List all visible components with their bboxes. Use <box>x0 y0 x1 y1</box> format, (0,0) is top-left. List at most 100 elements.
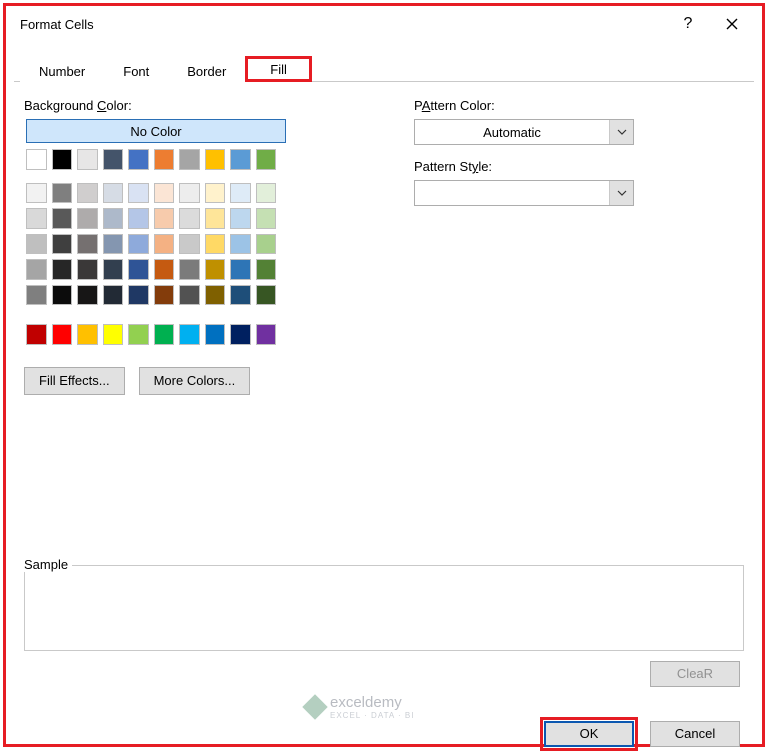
color-swatch[interactable] <box>128 324 149 345</box>
color-swatch[interactable] <box>77 208 98 229</box>
tabstrip: Number Font Border Fill <box>6 56 762 82</box>
pattern-style-combo[interactable] <box>414 180 634 206</box>
color-swatch[interactable] <box>26 208 47 229</box>
color-swatch[interactable] <box>179 259 200 280</box>
color-swatch[interactable] <box>205 149 226 170</box>
color-swatch[interactable] <box>52 208 73 229</box>
color-swatch[interactable] <box>52 324 73 345</box>
color-swatch[interactable] <box>205 183 226 204</box>
fill-effects-button[interactable]: Fill Effects... <box>24 367 125 395</box>
color-swatch[interactable] <box>103 183 124 204</box>
color-swatch[interactable] <box>154 285 175 306</box>
color-swatch[interactable] <box>154 183 175 204</box>
color-swatch[interactable] <box>256 149 277 170</box>
color-swatch[interactable] <box>179 149 200 170</box>
tab-font[interactable]: Font <box>104 60 168 82</box>
color-swatch[interactable] <box>154 259 175 280</box>
color-swatch[interactable] <box>103 149 124 170</box>
color-swatch[interactable] <box>128 149 149 170</box>
background-color-label: Background Color: <box>24 98 384 113</box>
color-swatch[interactable] <box>77 324 98 345</box>
titlebar: Format Cells ? <box>6 6 762 42</box>
color-swatch[interactable] <box>230 183 251 204</box>
close-button[interactable] <box>710 10 754 38</box>
color-swatch[interactable] <box>128 234 149 255</box>
pattern-color-label: PAttern Color: <box>414 98 744 113</box>
color-swatch[interactable] <box>230 285 251 306</box>
color-swatch[interactable] <box>26 259 47 280</box>
color-swatch[interactable] <box>179 285 200 306</box>
color-swatch[interactable] <box>103 285 124 306</box>
color-swatch[interactable] <box>128 259 149 280</box>
color-swatch[interactable] <box>256 208 277 229</box>
color-swatch[interactable] <box>256 285 277 306</box>
tab-border[interactable]: Border <box>168 60 245 82</box>
pattern-color-combo[interactable]: Automatic <box>414 119 634 145</box>
tab-number[interactable]: Number <box>20 60 104 82</box>
color-swatch[interactable] <box>230 208 251 229</box>
color-swatch[interactable] <box>179 324 200 345</box>
color-swatch[interactable] <box>154 149 175 170</box>
color-swatch[interactable] <box>179 183 200 204</box>
tint-color-rows <box>26 183 384 306</box>
color-swatch[interactable] <box>77 183 98 204</box>
color-swatch[interactable] <box>77 234 98 255</box>
color-swatch[interactable] <box>103 208 124 229</box>
color-swatch[interactable] <box>154 208 175 229</box>
clear-button[interactable]: CleaR <box>650 661 740 687</box>
color-swatch[interactable] <box>26 234 47 255</box>
color-swatch[interactable] <box>26 285 47 306</box>
ok-highlight: OK <box>540 717 638 751</box>
color-swatch[interactable] <box>52 183 73 204</box>
color-swatch[interactable] <box>77 259 98 280</box>
color-swatch[interactable] <box>205 234 226 255</box>
color-swatch[interactable] <box>179 234 200 255</box>
color-swatch[interactable] <box>103 324 124 345</box>
color-swatch[interactable] <box>230 149 251 170</box>
chevron-down-icon <box>609 120 633 144</box>
color-swatch[interactable] <box>128 183 149 204</box>
color-swatch[interactable] <box>205 208 226 229</box>
ok-button[interactable]: OK <box>544 721 634 747</box>
color-swatch[interactable] <box>103 259 124 280</box>
close-icon <box>726 18 738 30</box>
color-swatch[interactable] <box>179 208 200 229</box>
color-swatch[interactable] <box>77 149 98 170</box>
no-color-button[interactable]: No Color <box>26 119 286 143</box>
color-swatch[interactable] <box>77 285 98 306</box>
theme-color-row <box>26 149 384 170</box>
color-swatch[interactable] <box>52 259 73 280</box>
color-swatch[interactable] <box>26 183 47 204</box>
tab-fill[interactable]: Fill <box>245 56 312 82</box>
color-swatch[interactable] <box>230 259 251 280</box>
color-swatch[interactable] <box>128 208 149 229</box>
color-swatch[interactable] <box>256 324 277 345</box>
pattern-style-value <box>415 181 609 205</box>
color-swatch[interactable] <box>154 324 175 345</box>
color-swatch[interactable] <box>205 285 226 306</box>
more-colors-button[interactable]: More Colors... <box>139 367 251 395</box>
color-swatch[interactable] <box>256 183 277 204</box>
cancel-button[interactable]: Cancel <box>650 721 740 747</box>
watermark: exceldemy EXCEL · DATA · BI <box>306 694 414 720</box>
color-swatch[interactable] <box>205 324 226 345</box>
color-swatch[interactable] <box>26 324 47 345</box>
color-swatch[interactable] <box>256 234 277 255</box>
color-swatch[interactable] <box>52 149 73 170</box>
color-swatch[interactable] <box>26 149 47 170</box>
color-swatch[interactable] <box>230 234 251 255</box>
color-swatch[interactable] <box>52 234 73 255</box>
color-swatch[interactable] <box>128 285 149 306</box>
sample-group: Sample <box>24 565 744 651</box>
color-swatch[interactable] <box>230 324 251 345</box>
color-swatch[interactable] <box>154 234 175 255</box>
sample-preview <box>24 565 744 651</box>
sample-label: Sample <box>24 557 72 572</box>
format-cells-dialog: Format Cells ? Number Font Border Fill B… <box>6 6 762 744</box>
color-swatch[interactable] <box>256 259 277 280</box>
pattern-style-label: Pattern Style: <box>414 159 744 174</box>
color-swatch[interactable] <box>103 234 124 255</box>
color-swatch[interactable] <box>52 285 73 306</box>
color-swatch[interactable] <box>205 259 226 280</box>
help-button[interactable]: ? <box>666 10 710 38</box>
